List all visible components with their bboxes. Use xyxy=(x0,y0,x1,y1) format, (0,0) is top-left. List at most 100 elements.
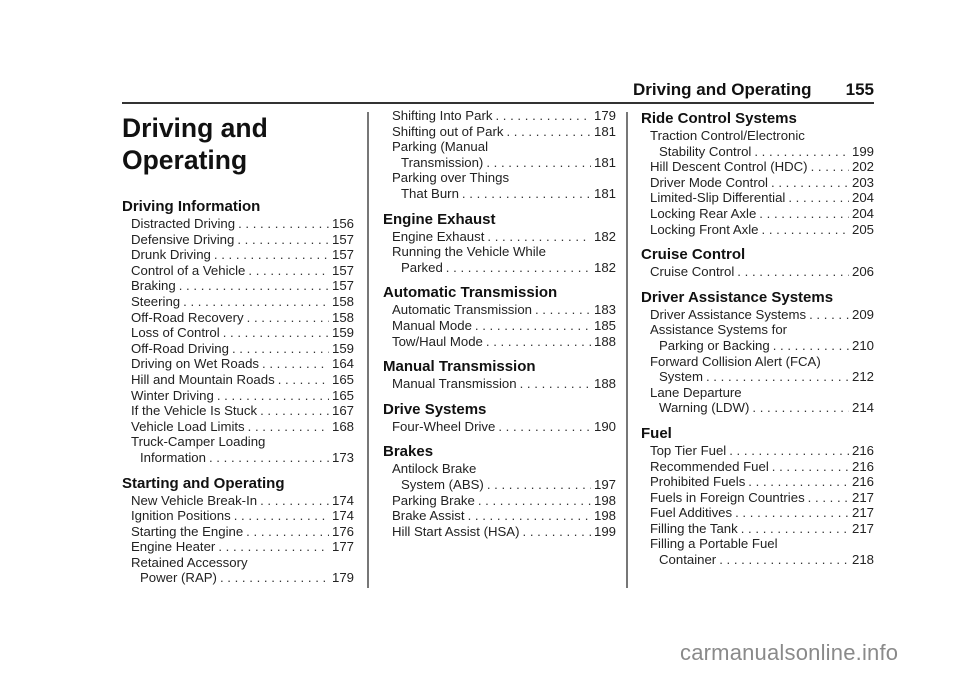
toc-entry[interactable]: Hill and Mountain Roads 165 xyxy=(122,372,354,388)
toc-entry[interactable]: Cruise Control 206 xyxy=(641,264,874,280)
toc-entry-page: 199 xyxy=(851,143,874,159)
toc-entry[interactable]: Prohibited Fuels 216 xyxy=(641,474,874,490)
toc-entry-label: Manual Transmission xyxy=(392,376,517,392)
toc-entry-label: Driving on Wet Roads xyxy=(131,356,260,372)
toc-entry-label: Ignition Positions xyxy=(131,508,231,524)
toc-entry[interactable]: Information 173 xyxy=(122,450,354,466)
toc-entry-label: Parking or Backing xyxy=(659,337,770,353)
toc-entry[interactable]: Winter Driving 165 xyxy=(122,388,354,404)
toc-entry-page: 217 xyxy=(851,520,874,536)
toc-entry[interactable]: If the Vehicle Is Stuck 167 xyxy=(122,403,354,419)
toc-entry[interactable]: That Burn 181 xyxy=(383,186,616,202)
toc-entry-page: 159 xyxy=(331,325,354,341)
toc-entry-page: 174 xyxy=(331,508,354,524)
toc-entry-page: 212 xyxy=(851,369,874,385)
toc-entry-label-line-1[interactable]: Parking over Things xyxy=(383,170,616,186)
toc-entry[interactable]: Loss of Control 159 xyxy=(122,325,354,341)
toc-entry[interactable]: Control of a Vehicle 157 xyxy=(122,263,354,279)
section-heading: Engine Exhaust xyxy=(383,210,496,228)
dot-leader xyxy=(495,108,591,124)
toc-entry[interactable]: Locking Front Axle 205 xyxy=(641,222,874,238)
toc-entry[interactable]: Drunk Driving 157 xyxy=(122,247,354,263)
dot-leader xyxy=(523,524,591,540)
toc-entry[interactable]: Manual Mode 185 xyxy=(383,318,616,334)
toc-entry-page: 164 xyxy=(331,356,354,372)
toc-entry[interactable]: Engine Exhaust 182 xyxy=(383,229,616,245)
toc-entry-label: Prohibited Fuels xyxy=(650,474,746,490)
watermark: carmanualsonline.info xyxy=(680,640,899,665)
toc-entry-label-line-1[interactable]: Traction Control/Electronic xyxy=(641,128,874,144)
toc-entry-label-line-1[interactable]: Filling a Portable Fuel xyxy=(641,536,874,552)
toc-entry[interactable]: Engine Heater 177 xyxy=(122,539,354,555)
toc-entry-page: 198 xyxy=(593,492,616,508)
toc-entry[interactable]: Hill Start Assist (HSA) 199 xyxy=(383,524,616,540)
toc-entry[interactable]: Recommended Fuel 216 xyxy=(641,459,874,475)
toc-entry[interactable]: System 212 xyxy=(641,369,874,385)
toc-entry[interactable]: Warning (LDW) 214 xyxy=(641,400,874,416)
toc-entry[interactable]: Driving on Wet Roads 164 xyxy=(122,356,354,372)
toc-entry[interactable]: Hill Descent Control (HDC) 202 xyxy=(641,159,874,175)
toc-entry[interactable]: Shifting out of Park 181 xyxy=(383,124,616,140)
dot-leader xyxy=(462,186,591,202)
toc-entry[interactable]: Shifting Into Park 179 xyxy=(383,108,616,124)
toc-entry[interactable]: Distracted Driving 156 xyxy=(122,216,354,232)
dot-leader xyxy=(234,508,329,524)
toc-entry-page: 181 xyxy=(593,123,616,139)
toc-entry[interactable]: Driver Mode Control 203 xyxy=(641,175,874,191)
toc-entry-label-line-1[interactable]: Retained Accessory xyxy=(122,555,354,571)
toc-entry-label: Vehicle Load Limits xyxy=(131,418,245,434)
toc-entry[interactable]: New Vehicle Break-In 174 xyxy=(122,493,354,509)
toc-entry[interactable]: Starting the Engine 176 xyxy=(122,524,354,540)
toc-entry-page: 182 xyxy=(593,228,616,244)
toc-entry[interactable]: Ignition Positions 174 xyxy=(122,508,354,524)
toc-entry-label-line-1[interactable]: Running the Vehicle While xyxy=(383,244,616,260)
toc-entry[interactable]: Fuels in Foreign Countries 217 xyxy=(641,490,874,506)
toc-entry[interactable]: Steering 158 xyxy=(122,294,354,310)
toc-entry[interactable]: Vehicle Load Limits 168 xyxy=(122,419,354,435)
dot-leader xyxy=(520,376,591,392)
toc-entry[interactable]: Manual Transmission 188 xyxy=(383,376,616,392)
toc-entry-page: 182 xyxy=(593,259,616,275)
toc-entry[interactable]: Parking Brake 198 xyxy=(383,493,616,509)
toc-entry[interactable]: Defensive Driving 157 xyxy=(122,232,354,248)
toc-entry[interactable]: Filling the Tank 217 xyxy=(641,521,874,537)
toc-entry[interactable]: Power (RAP) 179 xyxy=(122,570,354,586)
toc-entry[interactable]: Tow/Haul Mode 188 xyxy=(383,334,616,350)
toc-entry-label-line-1[interactable]: Forward Collision Alert (FCA) xyxy=(641,354,874,370)
toc-entry-page: 177 xyxy=(331,539,354,555)
toc-entry[interactable]: Stability Control 199 xyxy=(641,144,874,160)
dot-leader xyxy=(446,260,591,276)
toc-entry[interactable]: Brake Assist 198 xyxy=(383,508,616,524)
toc-section: Driving InformationDistracted Driving 156… xyxy=(122,198,354,466)
dot-leader xyxy=(475,318,591,334)
toc-entry[interactable]: Transmission) 181 xyxy=(383,155,616,171)
toc-entry-page: 157 xyxy=(331,231,354,247)
toc-entry[interactable]: Four-Wheel Drive 190 xyxy=(383,419,616,435)
section-heading: Manual Transmission xyxy=(383,358,536,376)
toc-entry-page: 188 xyxy=(593,376,616,392)
toc-entry[interactable]: Automatic Transmission 183 xyxy=(383,302,616,318)
toc-entry-label-line-1[interactable]: Lane Departure xyxy=(641,385,874,401)
toc-entry[interactable]: Container 218 xyxy=(641,552,874,568)
toc-entry[interactable]: System (ABS) 197 xyxy=(383,477,616,493)
toc-entry[interactable]: Off-Road Driving 159 xyxy=(122,341,354,357)
toc-entry-label-line-1[interactable]: Antilock Brake xyxy=(383,461,616,477)
toc-entry-label-line-1[interactable]: Truck-Camper Loading xyxy=(122,434,354,450)
toc-entry-page: 179 xyxy=(593,108,616,123)
toc-entry[interactable]: Parked 182 xyxy=(383,260,616,276)
toc-entry[interactable]: Braking 157 xyxy=(122,278,354,294)
toc-entry[interactable]: Top Tier Fuel 216 xyxy=(641,443,874,459)
dot-leader xyxy=(468,508,591,524)
dot-leader xyxy=(247,310,329,326)
toc-entry-label: Off-Road Recovery xyxy=(131,309,244,325)
toc-entry[interactable]: Off-Road Recovery 158 xyxy=(122,310,354,326)
toc-entry-label-line-1[interactable]: Assistance Systems for xyxy=(641,322,874,338)
toc-entry[interactable]: Locking Rear Axle 204 xyxy=(641,206,874,222)
toc-entry-page: 181 xyxy=(593,185,616,201)
toc-entry-label-line-1[interactable]: Parking (Manual xyxy=(383,139,616,155)
dot-leader xyxy=(729,443,849,459)
toc-entry[interactable]: Driver Assistance Systems 209 xyxy=(641,307,874,323)
toc-entry[interactable]: Parking or Backing 210 xyxy=(641,338,874,354)
toc-entry[interactable]: Limited-Slip Differential 204 xyxy=(641,190,874,206)
toc-entry[interactable]: Fuel Additives 217 xyxy=(641,505,874,521)
